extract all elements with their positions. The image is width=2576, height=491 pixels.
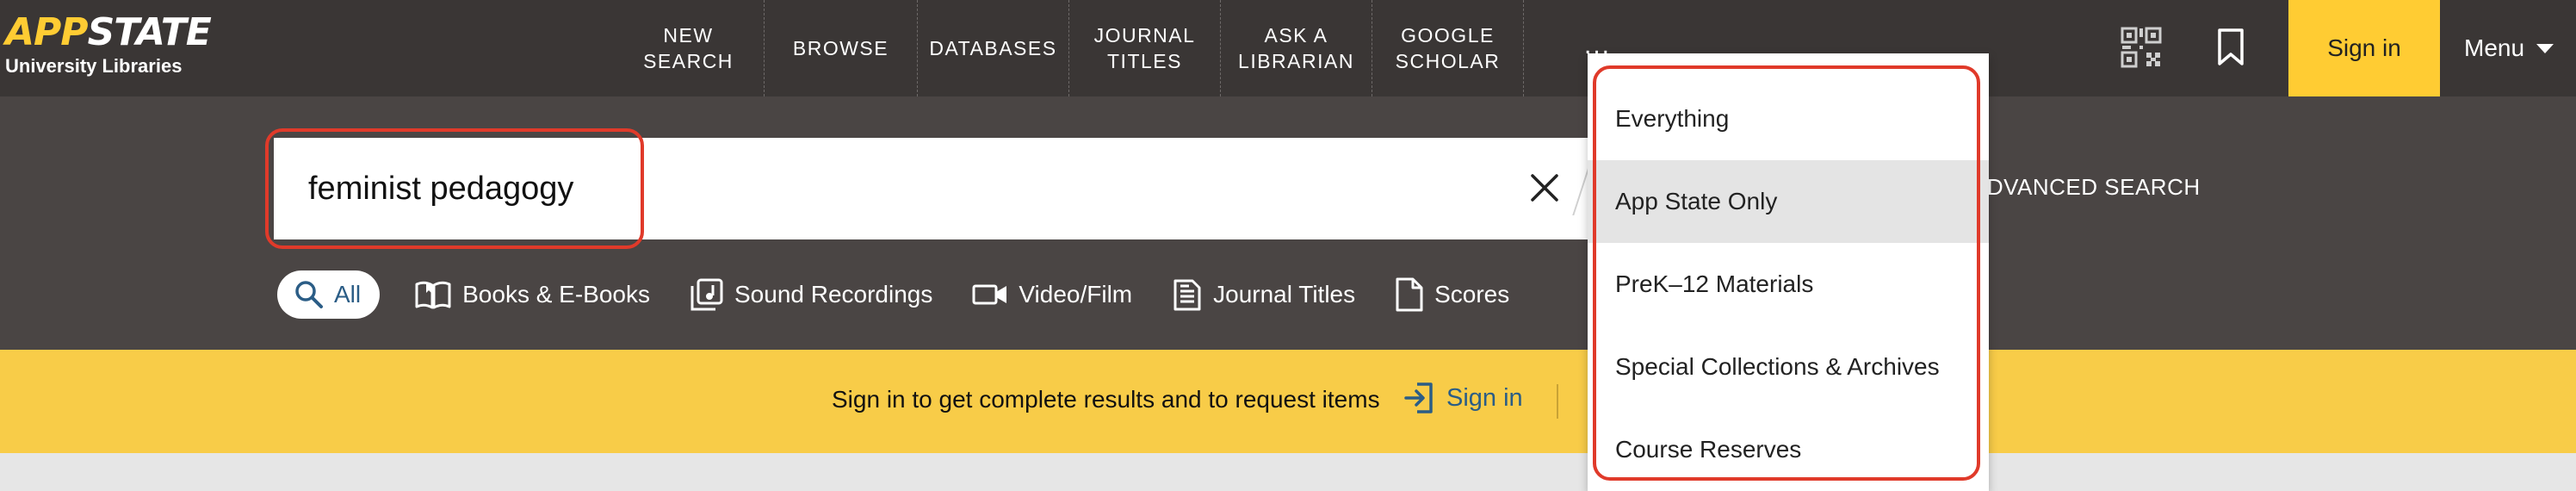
nav-new-search[interactable]: NEW SEARCH [613,0,765,96]
search-highlight-annotation [265,128,644,249]
document-icon [1396,277,1423,312]
logo-subtitle: University Libraries [5,55,183,77]
sign-in-icon [1404,382,1433,413]
page-content-area [0,453,2576,491]
journal-icon [1173,279,1201,311]
dropdown-highlight-annotation [1593,65,1980,481]
search-icon [295,281,323,308]
banner-divider [1557,384,1558,419]
more-options-icon[interactable]: ... [1584,33,1611,59]
book-icon [415,281,451,309]
nav-ask-a-librarian[interactable]: ASK A LIBRARIAN [1221,0,1372,96]
format-filters: All Books & E-Books Sound Recordings Vid… [277,269,1549,320]
logo-app: APP [5,10,89,54]
filter-video-film[interactable]: Video/Film [972,281,1132,308]
logo-state: STATE [87,10,212,54]
signin-banner: Sign in to get complete results and to r… [0,350,2576,453]
sign-in-button[interactable]: Sign in [2288,0,2440,96]
menu-button[interactable]: Menu [2464,0,2576,96]
qr-code-icon[interactable] [2120,26,2163,69]
main-nav: NEW SEARCH BROWSE DATABASES JOURNAL TITLES… [613,0,1524,96]
appstate-logo[interactable]: APPSTATE University Libraries [5,10,212,88]
caret-down-icon [2536,43,2554,53]
nav-databases[interactable]: DATABASES [918,0,1069,96]
filter-journal-titles[interactable]: Journal Titles [1172,277,1355,312]
nav-journal-titles[interactable]: JOURNAL TITLES [1069,0,1221,96]
clear-search-icon[interactable] [1529,172,1560,203]
app-root: APPSTATE University Libraries NEW SEARCH … [0,0,2576,491]
nav-google-scholar[interactable]: GOOGLE SCHOLAR [1372,0,1524,96]
menu-label: Menu [2464,34,2525,61]
top-navigation-bar: APPSTATE University Libraries NEW SEARCH … [0,0,2576,96]
filter-sound-recordings[interactable]: Sound Recordings [690,277,932,312]
music-icon [690,278,723,311]
bookmark-icon[interactable] [2216,28,2245,67]
advanced-search-link[interactable]: ADVANCED SEARCH [1972,174,2201,201]
banner-message: Sign in to get complete results and to r… [832,386,1380,413]
nav-browse[interactable]: BROWSE [765,0,918,96]
filter-all[interactable]: All [277,270,381,319]
filter-scores[interactable]: Scores [1395,277,1509,313]
search-area: ADVANCED SEARCH All Books & E-Books [0,96,2576,350]
video-camera-icon [972,284,1007,305]
filter-books[interactable]: Books & E-Books [414,279,650,310]
logo-wordmark: APPSTATE [5,10,212,55]
banner-sign-in-link[interactable]: Sign in [1403,381,1523,415]
